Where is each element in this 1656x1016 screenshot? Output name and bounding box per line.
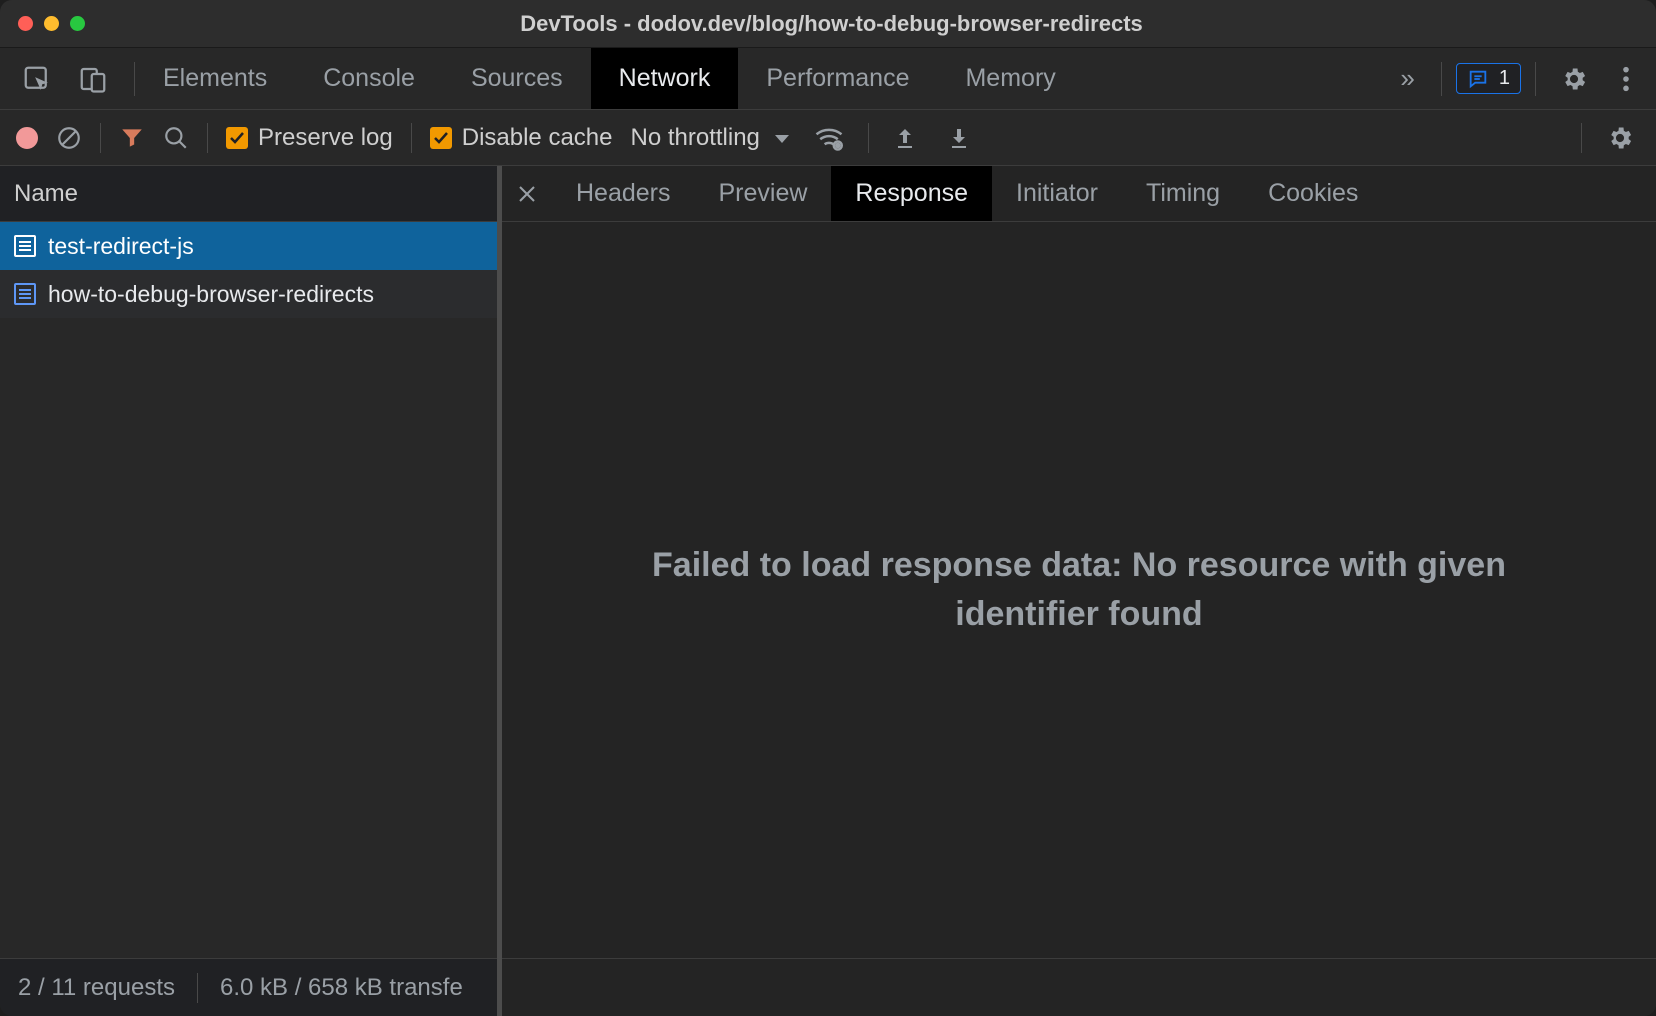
- detail-tab-initiator[interactable]: Initiator: [992, 166, 1122, 221]
- requests-status-bar: 2 / 11 requests 6.0 kB / 658 kB transfe: [0, 958, 497, 1016]
- response-error-message: Failed to load response data: No resourc…: [649, 541, 1509, 640]
- tab-memory[interactable]: Memory: [937, 48, 1083, 109]
- tab-network[interactable]: Network: [591, 48, 739, 109]
- settings-button[interactable]: [1550, 65, 1598, 93]
- request-detail-pane: Headers Preview Response Initiator Timin…: [502, 166, 1656, 1016]
- divider: [197, 973, 198, 1003]
- network-toolbar: Preserve log Disable cache No throttling: [0, 110, 1656, 166]
- tab-sources[interactable]: Sources: [443, 48, 591, 109]
- maximize-window-button[interactable]: [70, 16, 85, 31]
- device-toolbar-icon[interactable]: [78, 64, 108, 94]
- search-icon: [163, 125, 189, 151]
- network-conditions-button[interactable]: [808, 125, 850, 151]
- gear-icon: [1606, 124, 1634, 152]
- gear-icon: [1560, 65, 1588, 93]
- throttling-select[interactable]: No throttling: [630, 124, 789, 152]
- request-name: how-to-debug-browser-redirects: [48, 281, 374, 308]
- tab-performance[interactable]: Performance: [738, 48, 937, 109]
- detail-tabs: Headers Preview Response Initiator Timin…: [502, 166, 1656, 222]
- devtools-main-tabs: Elements Console Sources Network Perform…: [0, 48, 1656, 110]
- wifi-gear-icon: [814, 125, 844, 151]
- document-icon: [14, 283, 36, 305]
- column-header-name[interactable]: Name: [0, 166, 497, 222]
- console-messages-badge[interactable]: 1: [1456, 63, 1521, 94]
- tab-elements[interactable]: Elements: [135, 48, 295, 109]
- response-body: Failed to load response data: No resourc…: [502, 222, 1656, 958]
- divider: [411, 123, 412, 153]
- clear-button[interactable]: [56, 125, 82, 151]
- tab-console[interactable]: Console: [295, 48, 443, 109]
- checkbox-checked-icon: [226, 127, 248, 149]
- window-titlebar: DevTools - dodov.dev/blog/how-to-debug-b…: [0, 0, 1656, 48]
- more-tabs-button[interactable]: »: [1388, 63, 1426, 94]
- requests-list: test-redirect-js how-to-debug-browser-re…: [0, 222, 497, 958]
- network-settings-button[interactable]: [1600, 124, 1640, 152]
- detail-tab-timing[interactable]: Timing: [1122, 166, 1244, 221]
- detail-tab-response[interactable]: Response: [831, 166, 992, 221]
- divider: [1535, 62, 1536, 96]
- request-row[interactable]: how-to-debug-browser-redirects: [0, 270, 497, 318]
- divider: [868, 123, 869, 153]
- status-request-count: 2 / 11 requests: [18, 974, 175, 1002]
- more-menu-button[interactable]: [1612, 65, 1640, 93]
- divider: [1581, 123, 1582, 153]
- traffic-lights: [18, 16, 85, 31]
- download-icon: [947, 125, 971, 151]
- message-count: 1: [1499, 67, 1510, 90]
- divider: [100, 123, 101, 153]
- throttling-value: No throttling: [630, 124, 759, 152]
- request-row[interactable]: test-redirect-js: [0, 222, 497, 270]
- clear-icon: [56, 125, 82, 151]
- divider: [207, 123, 208, 153]
- minimize-window-button[interactable]: [44, 16, 59, 31]
- detail-tab-cookies[interactable]: Cookies: [1244, 166, 1382, 221]
- export-har-button[interactable]: [887, 125, 923, 151]
- funnel-icon: [119, 125, 145, 151]
- record-button[interactable]: [16, 127, 38, 149]
- request-name: test-redirect-js: [48, 233, 194, 260]
- divider: [1441, 62, 1442, 96]
- checkbox-checked-icon: [430, 127, 452, 149]
- disable-cache-checkbox[interactable]: Disable cache: [430, 124, 613, 152]
- preserve-log-checkbox[interactable]: Preserve log: [226, 124, 393, 152]
- preserve-log-label: Preserve log: [258, 124, 393, 152]
- close-icon: [518, 185, 536, 203]
- upload-icon: [893, 125, 917, 151]
- status-transfer: 6.0 kB / 658 kB transfe: [220, 974, 463, 1002]
- detail-tab-preview[interactable]: Preview: [695, 166, 832, 221]
- requests-pane: Name test-redirect-js how-to-debug-brows…: [0, 166, 502, 1016]
- window-title: DevTools - dodov.dev/blog/how-to-debug-b…: [85, 11, 1578, 37]
- caret-down-icon: [774, 124, 790, 152]
- filter-button[interactable]: [119, 125, 145, 151]
- document-icon: [14, 235, 36, 257]
- disable-cache-label: Disable cache: [462, 124, 613, 152]
- inspect-element-icon[interactable]: [22, 64, 52, 94]
- search-button[interactable]: [163, 125, 189, 151]
- kebab-icon: [1622, 65, 1630, 93]
- close-detail-button[interactable]: [502, 166, 552, 221]
- detail-status-bar: [502, 958, 1656, 1016]
- import-har-button[interactable]: [941, 125, 977, 151]
- message-icon: [1467, 68, 1489, 90]
- detail-tab-headers[interactable]: Headers: [552, 166, 695, 221]
- close-window-button[interactable]: [18, 16, 33, 31]
